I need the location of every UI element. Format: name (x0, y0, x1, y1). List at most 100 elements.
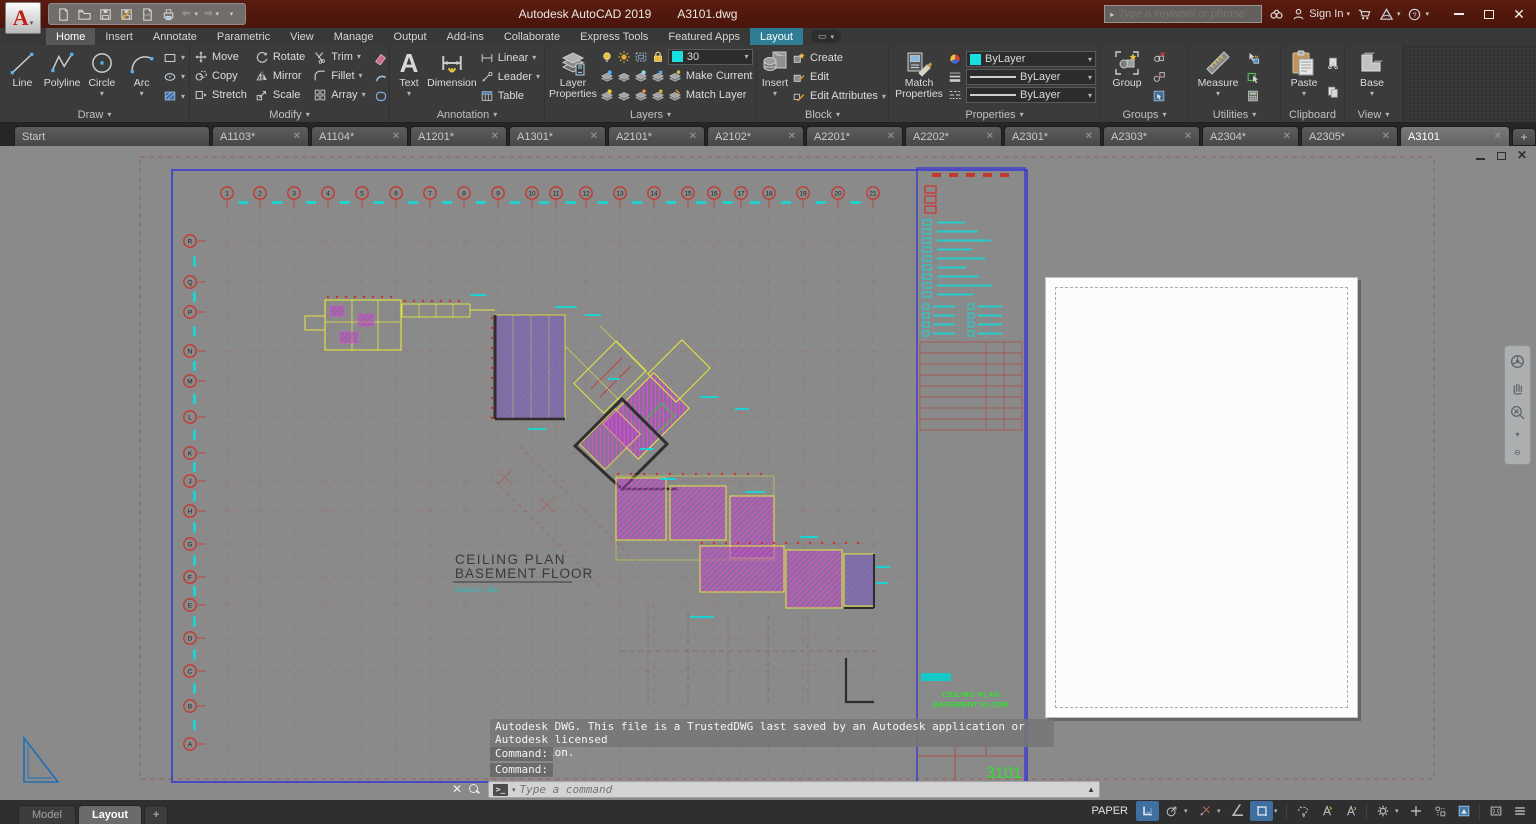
id-point-icon[interactable] (1246, 49, 1260, 67)
angle-constraint-icon[interactable]: ∠ (1226, 801, 1249, 821)
layout-tab[interactable]: Layout (78, 805, 142, 824)
command-search-icon[interactable] (469, 784, 479, 794)
rectangle-tool[interactable]: ▾ (163, 49, 185, 67)
panel-label-clipboard[interactable]: Clipboard (1281, 107, 1344, 122)
tab-close-icon[interactable]: ✕ (986, 131, 994, 142)
file-tab[interactable]: A1103* ✕ (212, 126, 309, 146)
navbar-chevron-icon[interactable]: ▾ (1515, 430, 1519, 439)
annotation-visibility-icon[interactable] (1315, 801, 1338, 821)
plot-icon[interactable] (159, 5, 177, 23)
tab-close-icon[interactable]: ✕ (1382, 131, 1390, 142)
create-block-button[interactable]: Create (792, 49, 886, 67)
qat-customize-icon[interactable]: ▾ (222, 5, 240, 23)
selection-cycling-icon[interactable] (1291, 801, 1314, 821)
edit-attributes-button[interactable]: Edit Attributes▾ (792, 87, 886, 105)
ribbon-tab[interactable]: Annotate (143, 28, 207, 45)
ribbon-options[interactable]: ▭▾ (811, 28, 841, 45)
arc-tool[interactable]: Arc▾ (123, 47, 160, 107)
rotate-tool[interactable]: Rotate (255, 47, 305, 66)
dimension-tool[interactable]: Dimension (427, 47, 477, 107)
layer-lock-icon[interactable] (651, 50, 665, 64)
file-tab[interactable]: A1104* ✕ (311, 126, 408, 146)
open-drawing-icon[interactable] (75, 5, 93, 23)
viewport-border[interactable] (172, 170, 1027, 782)
file-tab[interactable]: A2102* ✕ (707, 126, 804, 146)
paper-space-toggle[interactable]: PAPER (1085, 805, 1135, 817)
file-tab[interactable]: A2303* ✕ (1103, 126, 1200, 146)
layer-walk-icon[interactable] (634, 88, 648, 102)
linetype-combo[interactable]: ByLayer▾ (966, 87, 1096, 103)
layer-off-icon[interactable] (600, 69, 614, 83)
group-button[interactable]: Group (1105, 47, 1149, 107)
ribbon-tab[interactable]: View (280, 28, 324, 45)
move-tool[interactable]: Move (194, 47, 247, 66)
group-edit-icon[interactable] (1152, 68, 1166, 86)
file-tab[interactable]: A2101* ✕ (608, 126, 705, 146)
navbar-options-icon[interactable]: ⊖ (1514, 448, 1521, 457)
panel-label-utilities[interactable]: Utilities▾ (1189, 107, 1280, 122)
snap-caret-icon[interactable]: ▾ (1217, 807, 1225, 815)
layer-unisolate-icon[interactable] (600, 88, 614, 102)
file-tab[interactable]: A2202* ✕ (905, 126, 1002, 146)
polar-tracking-icon[interactable] (1160, 801, 1183, 821)
hatch-tool[interactable]: ▾ (163, 87, 185, 105)
doc-minimize-icon[interactable] (1474, 150, 1486, 160)
polar-caret-icon[interactable]: ▾ (1184, 807, 1192, 815)
tab-close-icon[interactable]: ✕ (1494, 131, 1502, 142)
model-tab[interactable]: Model (18, 805, 76, 824)
gear-caret-icon[interactable]: ▾ (1395, 807, 1403, 815)
crosshair-icon[interactable] (1404, 801, 1427, 821)
save-as-icon[interactable] (117, 5, 135, 23)
doc-close-icon[interactable]: ✕ (1516, 150, 1528, 160)
settings-gear-icon[interactable] (1371, 801, 1394, 821)
chevron-down-icon[interactable]: ▾ (831, 33, 835, 41)
file-tab[interactable]: A2305* ✕ (1301, 126, 1398, 146)
linear-dimension-tool[interactable]: Linear▾ (480, 49, 540, 67)
file-tab[interactable]: Start ✕ (14, 126, 210, 146)
ungroup-icon[interactable] (1152, 49, 1166, 67)
zoom-extents-icon[interactable] (1509, 404, 1526, 421)
tab-close-icon[interactable]: ✕ (293, 131, 301, 142)
lineweight-combo[interactable]: ByLayer▾ (966, 69, 1096, 85)
ribbon-tab[interactable]: Output (384, 28, 437, 45)
redo-icon[interactable]: ▾ (201, 5, 219, 23)
array-tool[interactable]: Array▾ (313, 85, 365, 104)
tab-close-icon[interactable]: ✕ (1184, 131, 1192, 142)
ribbon-tab[interactable]: Collaborate (494, 28, 570, 45)
group-selection-icon[interactable] (1152, 87, 1166, 105)
app-store-icon[interactable] (1357, 7, 1372, 22)
object-snap-icon[interactable] (1250, 801, 1273, 821)
layer-lock2-icon[interactable] (651, 69, 665, 83)
steering-wheel-icon[interactable] (1509, 353, 1526, 370)
layer-properties-button[interactable]: Layer Properties (549, 47, 597, 107)
close-button[interactable]: ✕ (1504, 2, 1534, 26)
match-properties-button[interactable]: Match Properties (893, 47, 945, 107)
layer-isolate-icon[interactable] (617, 69, 631, 83)
panel-label-properties[interactable]: Properties▾ (889, 107, 1100, 122)
grid-snap-icon[interactable] (1136, 801, 1159, 821)
file-tab[interactable]: A3101 ✕ (1400, 126, 1510, 146)
layer-on-icon[interactable] (600, 50, 614, 64)
make-current-button[interactable]: Make Current (668, 66, 753, 85)
text-tool[interactable]: AText▾ (394, 47, 424, 107)
search-input[interactable] (1118, 8, 1256, 20)
copy-clip-icon[interactable] (1326, 83, 1340, 101)
search-expander-icon[interactable]: ▸ (1110, 10, 1114, 19)
leader-tool[interactable]: Leader▾ (480, 68, 540, 86)
maximize-button[interactable] (1474, 2, 1504, 26)
table-tool[interactable]: Table (480, 87, 540, 105)
help-search-box[interactable]: ▸ (1104, 5, 1262, 23)
new-tab-button[interactable]: + (1512, 128, 1536, 146)
doc-restore-icon[interactable] (1495, 150, 1507, 160)
ribbon-tab[interactable]: Express Tools (570, 28, 658, 45)
isolate-objects-icon[interactable] (1452, 801, 1475, 821)
overkill-tool[interactable] (374, 87, 388, 105)
panel-label-view[interactable]: View▾ (1345, 107, 1402, 122)
ribbon-cycle-icon[interactable]: ▭ (818, 31, 827, 42)
layer-select-combo[interactable]: 30 ▾ (668, 49, 753, 65)
base-view-button[interactable]: Base▾ (1349, 47, 1395, 107)
measure-button[interactable]: Measure▾ (1193, 47, 1243, 107)
tab-close-icon[interactable]: ✕ (887, 131, 895, 142)
object-color-combo[interactable]: ByLayer▾ (966, 51, 1096, 67)
workspace-icon[interactable] (1428, 801, 1451, 821)
